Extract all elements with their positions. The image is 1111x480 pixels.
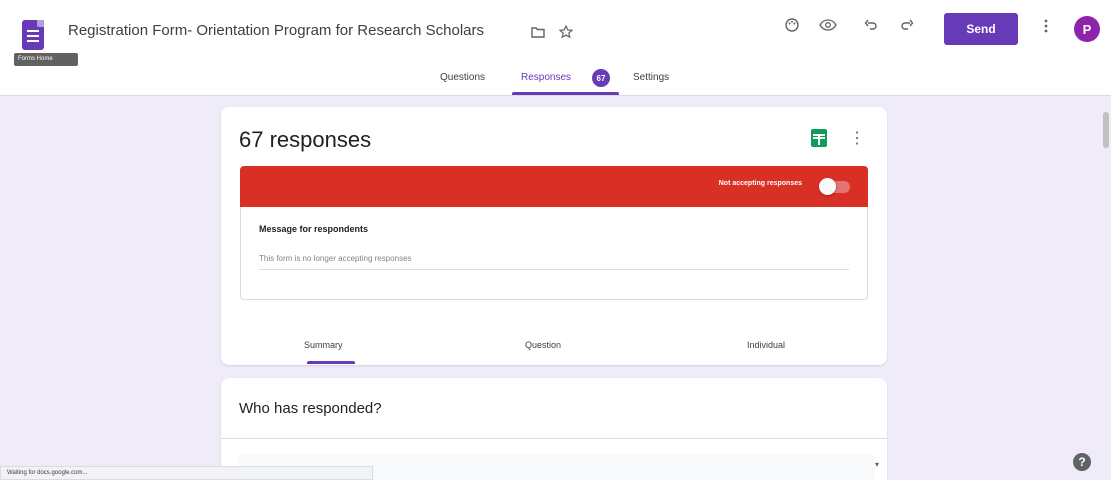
preview-eye-icon[interactable] (818, 15, 838, 35)
subtab-individual[interactable]: Individual (747, 340, 785, 350)
tab-questions[interactable]: Questions (440, 72, 485, 83)
not-accepting-banner: Not accepting responses (240, 166, 868, 207)
sheets-icon[interactable] (811, 129, 827, 147)
app-header: Forms Home Registration Form- Orientatio… (0, 0, 1111, 96)
tab-responses[interactable]: Responses (521, 72, 571, 83)
forms-logo-icon[interactable] (22, 20, 44, 50)
avatar[interactable]: P (1074, 16, 1100, 42)
star-icon[interactable] (556, 22, 576, 42)
responses-card: 67 responses ⋮ Not accepting responses M… (221, 107, 887, 365)
message-for-respondents-box: Message for respondents This form is no … (240, 207, 868, 300)
page-scrollbar[interactable] (1099, 96, 1111, 480)
browser-status-bar: Waiting for docs.google.com... (0, 466, 373, 480)
subtab-active-indicator (307, 361, 355, 364)
subtab-summary[interactable]: Summary (304, 340, 343, 350)
dropdown-arrow-icon[interactable]: ▾ (875, 460, 879, 469)
accepting-toggle[interactable] (819, 178, 836, 195)
tab-settings[interactable]: Settings (633, 72, 669, 83)
form-title[interactable]: Registration Form- Orientation Program f… (68, 22, 484, 39)
form-tabs: Questions Responses 67 Settings (0, 64, 1111, 96)
message-label: Message for respondents (259, 224, 369, 234)
palette-icon[interactable] (782, 15, 802, 35)
more-vert-icon[interactable] (1036, 16, 1056, 36)
send-button[interactable]: Send (944, 13, 1018, 45)
divider (221, 438, 887, 439)
responses-more-icon[interactable]: ⋮ (849, 129, 865, 149)
help-icon[interactable]: ? (1073, 453, 1091, 471)
tab-active-indicator (512, 92, 619, 95)
scrollbar-thumb[interactable] (1103, 112, 1109, 148)
who-responded-card: Who has responded? ▾ (221, 378, 887, 480)
undo-icon[interactable] (861, 16, 881, 36)
responses-count-badge: 67 (592, 69, 610, 87)
message-input[interactable]: This form is no longer accepting respons… (259, 254, 849, 270)
who-responded-heading: Who has responded? (239, 400, 382, 417)
not-accepting-label: Not accepting responses (718, 180, 802, 187)
responses-count-title: 67 responses (239, 127, 372, 152)
folder-icon[interactable] (528, 22, 548, 42)
redo-icon[interactable] (897, 16, 917, 36)
subtab-question[interactable]: Question (525, 340, 561, 350)
